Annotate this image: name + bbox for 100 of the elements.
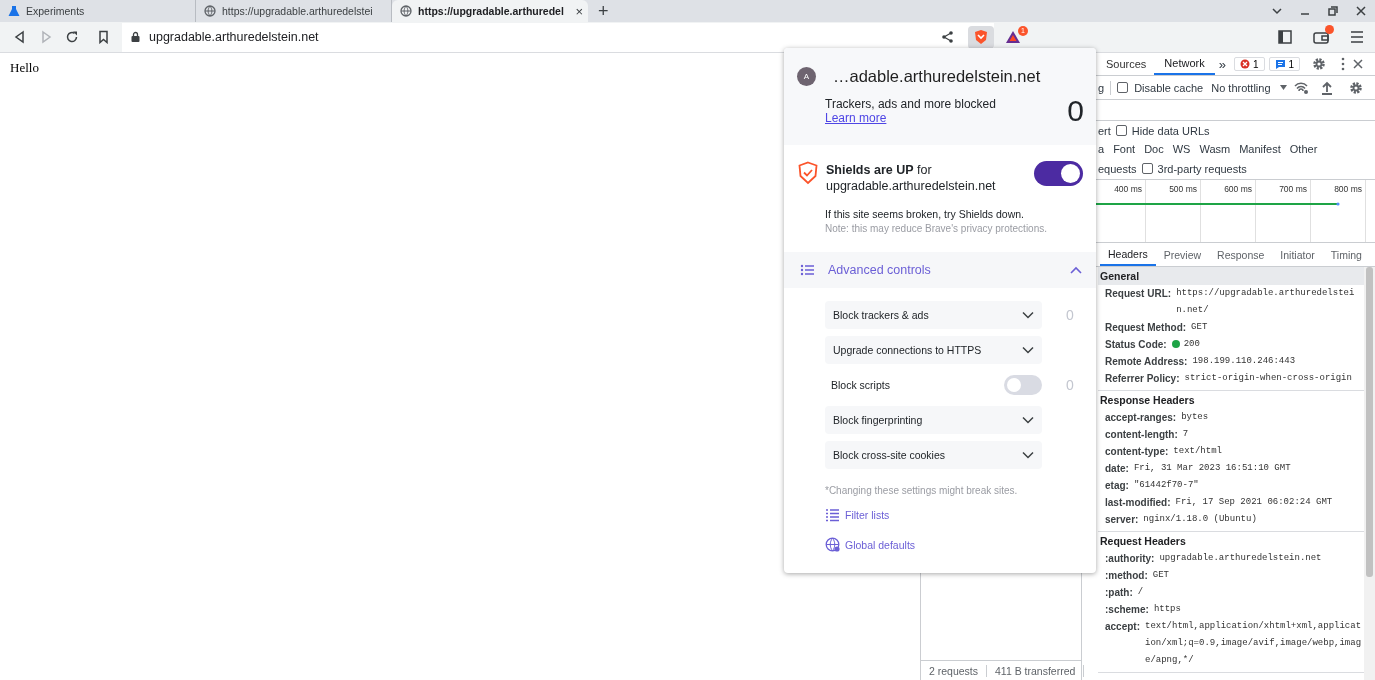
site-avatar: A bbox=[797, 67, 816, 86]
address-bar[interactable]: upgradable.arthuredelstein.net bbox=[122, 22, 994, 52]
new-tab-button[interactable]: + bbox=[588, 0, 619, 22]
warning-text: *Changing these settings might break sites. bbox=[825, 485, 1019, 496]
setting-toggle[interactable] bbox=[1004, 375, 1042, 395]
close-icon[interactable] bbox=[1352, 58, 1365, 70]
more-tabs-button[interactable]: » bbox=[1218, 56, 1226, 72]
detail-tab[interactable]: Initiator bbox=[1272, 243, 1323, 266]
header-value: nginx/1.18.0 (Ubuntu) bbox=[1143, 513, 1257, 526]
header-name: accept: bbox=[1105, 620, 1140, 634]
option-label: ert bbox=[1098, 124, 1111, 137]
header-value: 198.199.110.246:443 bbox=[1192, 355, 1296, 368]
tick-label: 600 ms bbox=[1224, 184, 1252, 194]
sidebar-icon[interactable] bbox=[1277, 29, 1293, 45]
section-heading[interactable]: Response Headers bbox=[1098, 391, 1364, 409]
header-value: upgradable.arthuredelstein.net bbox=[1159, 552, 1322, 565]
section-heading[interactable]: General bbox=[1098, 267, 1364, 285]
lock-icon bbox=[130, 31, 141, 43]
advanced-controls-toggle[interactable]: Advanced controls bbox=[784, 252, 1096, 288]
restore-icon[interactable] bbox=[1327, 5, 1339, 17]
type-filter-button[interactable]: Font bbox=[1113, 143, 1136, 155]
close-icon[interactable] bbox=[1355, 5, 1367, 17]
header-name: :scheme: bbox=[1105, 603, 1149, 617]
chevron-down-icon bbox=[1022, 311, 1034, 319]
back-icon[interactable] bbox=[13, 30, 27, 44]
shields-toggle[interactable] bbox=[1034, 161, 1083, 186]
global-defaults-link[interactable]: Global defaults bbox=[825, 537, 1096, 552]
header-value: / bbox=[1137, 586, 1144, 599]
message-icon bbox=[1274, 58, 1286, 70]
chevron-down-icon[interactable] bbox=[1271, 5, 1283, 17]
share-icon[interactable] bbox=[941, 30, 954, 44]
header-value: "61442f70-7" bbox=[1133, 479, 1199, 492]
network-conditions-icon[interactable] bbox=[1293, 80, 1309, 95]
header-name: Remote Address: bbox=[1105, 355, 1188, 369]
settings-icon[interactable] bbox=[1348, 80, 1363, 95]
checkbox-label: Hide data URLs bbox=[1131, 124, 1210, 137]
bookmark-icon[interactable] bbox=[97, 30, 110, 44]
dropdown-arrow-icon bbox=[1278, 83, 1288, 92]
blocked-count: 0 bbox=[1066, 307, 1074, 323]
panel-tab[interactable]: Network bbox=[1154, 53, 1215, 75]
error-icon bbox=[1239, 59, 1250, 69]
header-value: Fri, 17 Sep 2021 06:02:24 GMT bbox=[1175, 496, 1333, 509]
type-filter-button[interactable]: Wasm bbox=[1199, 143, 1231, 155]
setting-label: Block scripts bbox=[831, 379, 890, 391]
tick-label: 500 ms bbox=[1169, 184, 1197, 194]
header-name: Request Method: bbox=[1105, 321, 1187, 335]
header-name: :authority: bbox=[1105, 552, 1155, 566]
detail-tab[interactable]: Preview bbox=[1155, 243, 1210, 266]
checkbox[interactable] bbox=[1115, 125, 1127, 136]
type-filter-button[interactable]: Manifest bbox=[1239, 143, 1281, 155]
type-filter-button[interactable]: Doc bbox=[1144, 143, 1164, 155]
detail-tab[interactable]: Response bbox=[1209, 243, 1273, 266]
chevron-down-icon bbox=[1022, 416, 1034, 424]
type-filter-button[interactable]: a bbox=[1098, 143, 1105, 155]
tick-label: 800 ms bbox=[1334, 184, 1362, 194]
setting-dropdown[interactable]: Upgrade connections to HTTPS bbox=[825, 336, 1042, 364]
header-value: GET bbox=[1152, 569, 1169, 582]
checkbox-label: 3rd-party requests bbox=[1157, 162, 1247, 175]
header-value: strict-origin-when-cross-origin bbox=[1184, 372, 1352, 385]
panel-tab[interactable]: Sources bbox=[1098, 53, 1155, 75]
header-value: 7 bbox=[1182, 428, 1189, 441]
learn-more-link[interactable]: Learn more bbox=[825, 111, 887, 125]
status-text: 2 requests bbox=[928, 664, 980, 677]
header-name: content-length: bbox=[1105, 428, 1178, 442]
url-text: upgradable.arthuredelstein.net bbox=[149, 30, 319, 44]
header-name: Request URL: bbox=[1105, 287, 1172, 301]
setting-dropdown[interactable]: Block trackers & ads bbox=[825, 301, 1042, 329]
more-options-icon[interactable] bbox=[1341, 57, 1346, 71]
throttling-dropdown[interactable]: No throttling bbox=[1211, 81, 1288, 94]
section-heading[interactable]: Request Headers bbox=[1098, 532, 1364, 550]
error-count-button[interactable]: 1 bbox=[1233, 57, 1265, 71]
close-tab-button[interactable]: × bbox=[575, 3, 583, 19]
globe-icon bbox=[204, 5, 216, 17]
checkbox[interactable] bbox=[1117, 82, 1129, 93]
header-name: last-modified: bbox=[1105, 496, 1171, 510]
scrollbar-thumb[interactable] bbox=[1366, 267, 1373, 577]
header-name: server: bbox=[1105, 513, 1139, 527]
setting-dropdown[interactable]: Block cross-site cookies bbox=[825, 441, 1042, 469]
tick-label: 400 ms bbox=[1114, 184, 1142, 194]
header-name: :method: bbox=[1105, 569, 1148, 583]
message-count-button[interactable]: 1 bbox=[1268, 57, 1301, 71]
tick-label: 700 ms bbox=[1279, 184, 1307, 194]
shields-button[interactable] bbox=[968, 25, 994, 49]
header-value: https bbox=[1153, 603, 1181, 616]
menu-icon[interactable] bbox=[1349, 29, 1365, 45]
type-filter-button[interactable]: Other bbox=[1289, 143, 1318, 155]
detail-tab[interactable]: Timing bbox=[1322, 243, 1370, 266]
scrollbar[interactable] bbox=[1364, 267, 1375, 680]
upload-icon[interactable] bbox=[1320, 80, 1333, 95]
checkbox[interactable] bbox=[1141, 163, 1153, 174]
filter-lists-link[interactable]: Filter lists bbox=[825, 508, 1096, 522]
header-name: :path: bbox=[1105, 586, 1133, 600]
browser-tab[interactable]: https://upgradable.arthuredel × bbox=[392, 0, 588, 22]
header-name: accept-ranges: bbox=[1105, 411, 1177, 425]
type-filter-button[interactable]: WS bbox=[1172, 143, 1191, 155]
header-name: etag: bbox=[1105, 479, 1129, 493]
settings-icon[interactable] bbox=[1312, 57, 1327, 71]
reload-icon[interactable] bbox=[65, 30, 79, 44]
wallet-button[interactable] bbox=[1311, 27, 1331, 47]
setting-dropdown[interactable]: Block fingerprinting bbox=[825, 406, 1042, 434]
